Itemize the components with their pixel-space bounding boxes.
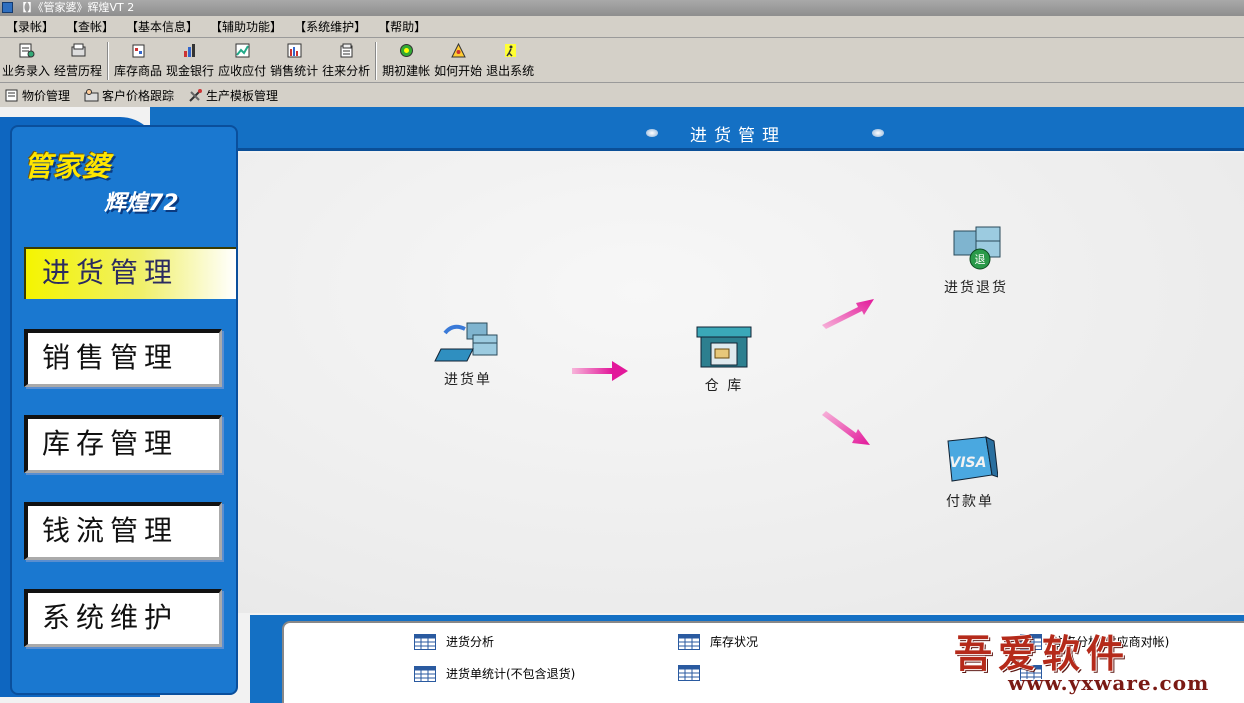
stock-icon [132, 44, 145, 58]
initial-icon [399, 44, 413, 57]
report-label: 进货分析 [446, 635, 495, 649]
table-icon [414, 633, 436, 650]
main-area: 进货管理 管家婆 辉煌72 进货管理 销售管理 库存管理 钱流管理 系统维护 进… [0, 107, 1244, 703]
module-title: 进货管理 [690, 126, 786, 146]
arrow-to-return [822, 299, 874, 329]
initial-button[interactable]: 期初建帐 [380, 39, 432, 79]
sidebar: 管家婆 辉煌72 进货管理 销售管理 库存管理 钱流管理 系统维护 [0, 117, 238, 697]
purchase-order-label: 进货单 [444, 372, 492, 388]
toolbar: 业务录入 经营历程 库存商品 现金银行 应收应付 销售统计 往来分析 期初建帐 … [0, 39, 1244, 83]
analysis-label: 往来分析 [322, 64, 371, 78]
howto-button[interactable]: 如何开始 [432, 39, 484, 79]
nav-inventory-management[interactable]: 库存管理 [24, 415, 222, 473]
analysis-button[interactable]: 往来分析 [320, 39, 372, 79]
cash-button[interactable]: 现金银行 [164, 39, 216, 79]
client-price-icon [84, 88, 99, 101]
menu-system[interactable]: 【系统维护】 [288, 18, 372, 35]
nav-cashflow-management[interactable]: 钱流管理 [24, 502, 222, 560]
sales-stats-icon [287, 43, 302, 58]
client-price-button[interactable]: 客户价格跟踪 [80, 87, 178, 104]
cash-icon [183, 44, 195, 57]
header-bullet-left [646, 129, 658, 137]
stock-button[interactable]: 库存商品 [112, 39, 164, 79]
report-inventory-status[interactable]: 库存状况 [678, 633, 758, 650]
site-watermark: 吾爱软件 www.yxware.com [948, 619, 1244, 703]
menu-help[interactable]: 【帮助】 [372, 18, 432, 35]
purchase-order-icon [434, 322, 498, 362]
history-button[interactable]: 经营历程 [52, 39, 104, 79]
watermark-url: www.yxware.com [1008, 671, 1210, 695]
arrow-to-warehouse [572, 361, 628, 381]
watermark-title: 吾爱软件 [954, 631, 1131, 676]
receivable-label: 应收应付 [218, 64, 267, 78]
logo-brand: 管家婆 [24, 150, 112, 183]
toolbar-separator [107, 42, 110, 80]
sales-stats-label: 销售统计 [270, 64, 319, 78]
warehouse-node[interactable]: 仓 库 [674, 323, 774, 395]
table-icon [678, 633, 700, 650]
price-management-label: 物价管理 [22, 88, 71, 103]
entry-button[interactable]: 业务录入 [0, 39, 52, 79]
entry-label: 业务录入 [2, 64, 51, 78]
menu-bar: 【录帐】 【查帐】 【基本信息】 【辅助功能】 【系统维护】 【帮助】 [0, 16, 1244, 38]
arrow-to-payment [822, 411, 870, 445]
report-empty-2[interactable] [678, 665, 710, 681]
window-title: 【】《管家婆》辉煌VT 2 [16, 1, 135, 14]
warehouse-icon [696, 326, 752, 368]
report-label: 进货单统计(不包含退货) [446, 667, 576, 681]
header-bullet-right [872, 129, 884, 137]
entry-icon [19, 43, 34, 58]
report-purchase-analysis[interactable]: 进货分析 [414, 633, 494, 650]
payment-node[interactable]: VISA 付款单 [920, 435, 1020, 511]
template-label: 生产模板管理 [206, 88, 279, 103]
svg-text:VISA: VISA [950, 455, 987, 471]
sub-toolbar: 物价管理 客户价格跟踪 生产模板管理 [0, 84, 1244, 106]
payment-label: 付款单 [946, 494, 994, 510]
menu-aux[interactable]: 【辅助功能】 [204, 18, 288, 35]
initial-label: 期初建帐 [382, 64, 431, 78]
table-icon [414, 665, 436, 682]
nav-system-maintenance[interactable]: 系统维护 [24, 589, 222, 647]
nav-sales-management[interactable]: 销售管理 [24, 329, 222, 387]
price-icon [5, 89, 18, 101]
price-management-button[interactable]: 物价管理 [0, 87, 74, 104]
toolbar-separator [375, 42, 378, 80]
exit-label: 退出系统 [486, 64, 535, 78]
template-icon [189, 88, 203, 102]
logo-edition: 辉煌72 [104, 191, 179, 216]
purchase-order-node[interactable]: 进货单 [418, 319, 518, 389]
purchase-return-label: 进货退货 [944, 280, 1008, 296]
svg-text:退: 退 [975, 253, 986, 266]
title-bar: 【】《管家婆》辉煌VT 2 [0, 0, 1244, 16]
receivable-button[interactable]: 应收应付 [216, 39, 268, 79]
purchase-return-icon: 退 [953, 226, 1001, 270]
analysis-icon [340, 43, 353, 58]
table-icon [678, 665, 700, 681]
history-label: 经营历程 [54, 64, 103, 78]
payment-card-icon: VISA [947, 436, 998, 482]
exit-button[interactable]: 退出系统 [484, 39, 536, 79]
exit-icon [504, 44, 516, 57]
client-price-label: 客户价格跟踪 [102, 88, 175, 103]
warehouse-label: 仓 库 [704, 378, 744, 394]
app-icon [2, 2, 13, 13]
template-button[interactable]: 生产模板管理 [184, 87, 282, 104]
report-label: 库存状况 [710, 635, 759, 649]
purchase-return-node[interactable]: 退 进货退货 [926, 223, 1026, 297]
howto-icon [450, 42, 466, 58]
howto-label: 如何开始 [434, 64, 483, 78]
sales-stats-button[interactable]: 销售统计 [268, 39, 320, 79]
cash-label: 现金银行 [166, 64, 215, 78]
menu-basic-info[interactable]: 【基本信息】 [120, 18, 204, 35]
menu-record[interactable]: 【录帐】 [0, 18, 60, 35]
history-icon [71, 43, 86, 57]
menu-query[interactable]: 【查帐】 [60, 18, 120, 35]
receivable-icon [235, 43, 250, 58]
stock-label: 库存商品 [114, 64, 163, 78]
report-purchase-stats[interactable]: 进货单统计(不包含退货) [414, 665, 575, 682]
logo: 管家婆 辉煌72 [16, 137, 226, 217]
nav-purchase-management[interactable]: 进货管理 [24, 247, 236, 299]
